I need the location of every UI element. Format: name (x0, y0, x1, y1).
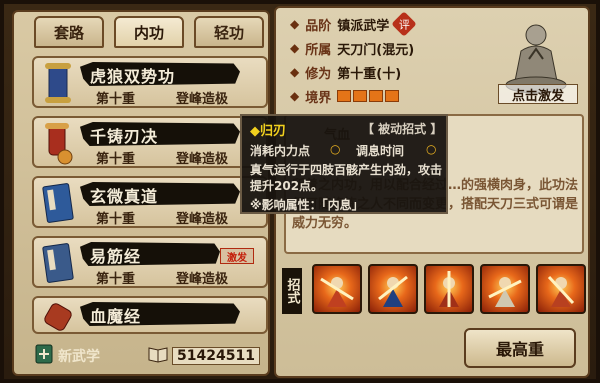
tooltip-time-label: 调息时间 (356, 144, 405, 158)
tooltip-attribute: ※影响属性：「内息」 (250, 198, 364, 212)
skill-item-3[interactable]: 玄微真道 第十重 登峰造极 (32, 176, 268, 228)
skill-level: 第十重 (96, 152, 136, 167)
activated-badge: 激发 (220, 248, 254, 264)
cultivation-row: ◆ 修为 第十重(十) (290, 65, 402, 82)
new-skill-button[interactable]: 新武学 (34, 342, 134, 370)
move-icon-1[interactable] (312, 264, 362, 314)
skill-item-2[interactable]: 千铸刃决 第十重 登峰造极 (32, 116, 268, 168)
skill-rank: 登峰造极 (176, 272, 229, 287)
tooltip-description: 真气运行于四肢百骸产生内劲，攻击提升202点。 (250, 163, 443, 193)
diamond-icon: ◆ (290, 89, 300, 103)
school-row: ◆ 所属 天刀门(混元) (290, 41, 415, 58)
tooltip-title: ◆归刃 (250, 124, 286, 139)
tooltip-cost-value: ○ (330, 142, 341, 156)
max-level-button[interactable]: 最高重 (464, 328, 576, 368)
skill-item-5[interactable]: 血魔经 (32, 296, 268, 334)
book-icon (38, 180, 78, 226)
plus-book-icon (34, 343, 54, 369)
scroll-icon (38, 300, 78, 334)
skill-name: 血魔经 (90, 307, 142, 326)
move-icon-3[interactable] (424, 264, 474, 314)
points-display: 51424511 (148, 344, 262, 368)
tooltip-cost-label: 消耗内力点 (250, 144, 311, 158)
skill-level: 第十重 (96, 92, 136, 107)
move-icon-2[interactable] (368, 264, 418, 314)
skill-item-1[interactable]: 虎狼双势功 第十重 登峰造极 (32, 56, 268, 108)
diamond-icon: ◆ (290, 41, 300, 55)
scroll-icon (38, 60, 78, 106)
move-icon-5[interactable] (536, 264, 586, 314)
tab-routines[interactable]: 套路 (34, 16, 104, 48)
skill-item-4[interactable]: 易筋经 激发 第十重 登峰造极 (32, 236, 268, 288)
open-book-icon (148, 345, 168, 367)
skill-rank: 登峰造极 (176, 152, 229, 167)
skill-name: 易筋经 (90, 247, 142, 266)
book-icon (38, 240, 78, 286)
grade-row: ◆ 品阶 镇派武学 评 (290, 11, 417, 37)
activate-button[interactable]: 点击激发 (498, 84, 578, 104)
tab-inner-power[interactable]: 内功 (114, 16, 184, 48)
new-skill-label: 新武学 (58, 349, 100, 365)
moves-label: 招式 (282, 268, 302, 314)
tab-light-skill[interactable]: 轻功 (194, 16, 264, 48)
points-value: 51424511 (172, 347, 260, 365)
skill-rank: 登峰造极 (176, 92, 229, 107)
scroll-icon (38, 120, 78, 166)
skill-name: 千铸刃决 (90, 127, 159, 146)
realm-row: ◆ 境界 (290, 86, 400, 106)
tooltip-type: 【 被动招式 】 (362, 122, 443, 136)
tooltip-time-value: ○ (426, 142, 437, 156)
diamond-icon: ◆ (290, 17, 300, 31)
move-icon-4[interactable] (480, 264, 530, 314)
diamond-icon: ◆ (290, 65, 300, 79)
realm-progress-bar (337, 90, 400, 102)
skill-name: 玄微真道 (90, 187, 159, 206)
skill-level: 第十重 (96, 212, 136, 227)
skill-level: 第十重 (96, 272, 136, 287)
evaluate-badge[interactable]: 评 (391, 11, 417, 37)
skill-name: 虎狼双势功 (90, 67, 176, 86)
skill-rank: 登峰造极 (176, 212, 229, 227)
